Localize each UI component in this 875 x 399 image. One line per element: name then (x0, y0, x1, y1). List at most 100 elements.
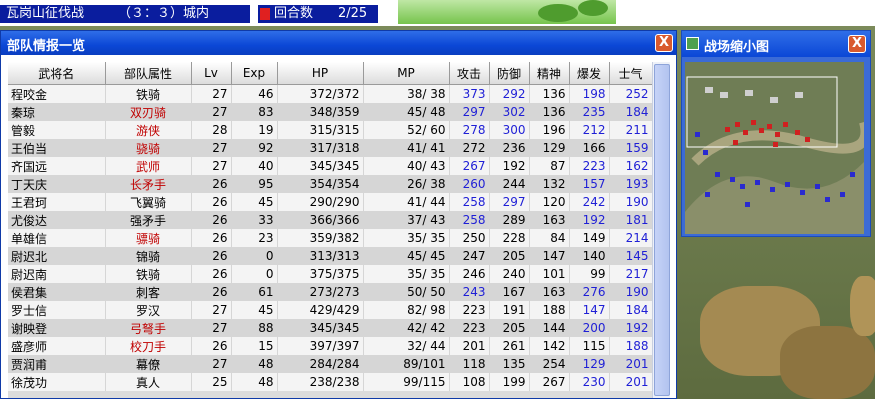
table-row[interactable]: 尉迟北 锦骑 26 0 313/313 45/ 45 247 205 147 140 145 (8, 247, 652, 265)
minimap-close-button[interactable]: X (848, 35, 866, 53)
cell-burst: 157 (569, 175, 610, 193)
cell-attr: 铁骑 (105, 84, 192, 103)
vertical-scrollbar[interactable] (652, 62, 670, 398)
cell-lv: 26 (191, 283, 232, 301)
table-row[interactable]: 尤俊达 强矛手 26 33 366/366 37/ 43 258 289 163 192 181 (8, 211, 652, 229)
cell-atk: 373 (449, 84, 490, 103)
cell-burst: 235 (569, 103, 610, 121)
cell-mp: 35/ 35 (363, 265, 450, 283)
close-button[interactable]: X (655, 34, 673, 52)
cell-def: 292 (489, 84, 530, 103)
battlefield-minimap[interactable] (685, 62, 864, 234)
column-header[interactable]: 武将名 (8, 62, 106, 85)
table-row[interactable]: 侯君集 刺客 26 61 273/273 50/ 50 243 167 163 276 190 (8, 283, 652, 301)
cell-mp: 37/ 43 (363, 211, 450, 229)
cell-hp: 284/284 (277, 355, 364, 373)
top-status-bar: 瓦岗山征伐战 （３：３）城内 回合数 2/25 (0, 0, 875, 26)
cell-hp: 290/290 (277, 193, 364, 211)
column-header[interactable]: Lv (191, 62, 232, 85)
cell-name: 侯君集 (8, 283, 106, 301)
cell-hp: 313/313 (277, 247, 364, 265)
cell-lv: 26 (191, 337, 232, 355)
cell-morale: 193 (609, 175, 652, 193)
cell-def: 236 (489, 139, 530, 157)
cell-atk: 250 (449, 229, 490, 247)
table-row[interactable]: 秦琼 双刃骑 27 83 348/359 45/ 48 297 302 136 235 184 (8, 103, 652, 121)
cell-mp: 35/ 35 (363, 229, 450, 247)
cell-def: 199 (489, 373, 530, 391)
cell-def: 167 (489, 283, 530, 301)
column-header[interactable]: 精神 (529, 62, 570, 85)
cell-name: 罗士信 (8, 301, 106, 319)
column-header[interactable]: 攻击 (449, 62, 490, 85)
cell-attr: 铁骑 (105, 265, 192, 283)
column-header[interactable]: Exp (231, 62, 278, 85)
cell-lv: 27 (191, 355, 232, 373)
table-row[interactable]: 丁天庆 长矛手 26 95 354/354 26/ 38 260 244 132 157 193 (8, 175, 652, 193)
cell-atk: 243 (449, 283, 490, 301)
cell-name: 王伯当 (8, 139, 106, 157)
cell-def: 302 (489, 103, 530, 121)
minimap-graphic (685, 62, 864, 234)
troop-table: 武将名 部队属性 Lv Exp HP MP 攻击 防御 精神 爆发 士气 程咬金 铁骑 27 46 372/… (8, 62, 652, 391)
column-header[interactable]: 部队属性 (105, 62, 192, 85)
cell-lv: 27 (191, 139, 232, 157)
table-row[interactable]: 王君珂 飞翼骑 26 45 290/290 41/ 44 258 297 120 242 190 (8, 193, 652, 211)
table-row[interactable]: 管毅 游侠 28 19 315/315 52/ 60 278 300 196 212 211 (8, 121, 652, 139)
table-row[interactable]: 程咬金 铁骑 27 46 372/372 38/ 38 373 292 136 198 252 (8, 84, 652, 103)
cell-mp: 42/ 42 (363, 319, 450, 337)
cell-name: 盛彦师 (8, 337, 106, 355)
column-header[interactable]: 士气 (609, 62, 652, 85)
cell-exp: 45 (231, 301, 278, 319)
cell-attr: 幕僚 (105, 355, 192, 373)
cell-spi: 101 (529, 265, 570, 283)
table-row[interactable]: 尉迟南 铁骑 26 0 375/375 35/ 35 246 240 101 99 217 (8, 265, 652, 283)
cell-atk: 267 (449, 157, 490, 175)
cell-name: 管毅 (8, 121, 106, 139)
cell-burst: 276 (569, 283, 610, 301)
cell-attr: 真人 (105, 373, 192, 391)
cell-atk: 260 (449, 175, 490, 193)
column-header[interactable]: MP (363, 62, 450, 85)
cell-hp: 348/359 (277, 103, 364, 121)
cell-attr: 长矛手 (105, 175, 192, 193)
cell-hp: 375/375 (277, 265, 364, 283)
cell-mp: 41/ 44 (363, 193, 450, 211)
column-header[interactable]: HP (277, 62, 364, 85)
cell-spi: 188 (529, 301, 570, 319)
table-row[interactable]: 齐国远 武师 27 40 345/345 40/ 43 267 192 87 223 162 (8, 157, 652, 175)
cell-atk: 258 (449, 193, 490, 211)
troop-window-titlebar[interactable]: 部队情报一览 (1, 31, 676, 55)
cell-morale: 211 (609, 121, 652, 139)
cell-hp: 317/318 (277, 139, 364, 157)
table-row[interactable]: 贾润甫 幕僚 27 48 284/284 89/101 118 135 254 129 201 (8, 355, 652, 373)
table-row[interactable]: 单雄信 骠骑 26 23 359/382 35/ 35 250 228 84 149 214 (8, 229, 652, 247)
cell-attr: 游侠 (105, 121, 192, 139)
table-row[interactable]: 谢映登 弓弩手 27 88 345/345 42/ 42 223 205 144 200 192 (8, 319, 652, 337)
minimap-titlebar[interactable]: 战场缩小图 (682, 31, 870, 57)
table-row[interactable]: 罗士信 罗汉 27 45 429/429 82/ 98 223 191 188 147 184 (8, 301, 652, 319)
cell-attr: 骁骑 (105, 139, 192, 157)
cell-name: 秦琼 (8, 103, 106, 121)
cell-lv: 27 (191, 84, 232, 103)
cell-name: 丁天庆 (8, 175, 106, 193)
cell-morale: 201 (609, 355, 652, 373)
terrain-preview (398, 0, 616, 24)
map-icon (686, 37, 699, 50)
cell-exp: 95 (231, 175, 278, 193)
cell-def: 192 (489, 157, 530, 175)
cell-attr: 强矛手 (105, 211, 192, 229)
cell-spi: 254 (529, 355, 570, 373)
cell-hp: 354/354 (277, 175, 364, 193)
column-header[interactable]: 防御 (489, 62, 530, 85)
cell-exp: 33 (231, 211, 278, 229)
scrollbar-thumb[interactable] (654, 64, 670, 396)
cell-spi: 132 (529, 175, 570, 193)
table-row[interactable]: 王伯当 骁骑 27 92 317/318 41/ 41 272 236 129 166 159 (8, 139, 652, 157)
column-header[interactable]: 爆发 (569, 62, 610, 85)
troop-window-title: 部队情报一览 (7, 39, 86, 54)
table-row[interactable]: 盛彦师 校刀手 26 15 397/397 32/ 44 201 261 142 115 188 (8, 337, 652, 355)
cell-name: 程咬金 (8, 84, 106, 103)
cell-spi: 120 (529, 193, 570, 211)
table-row[interactable]: 徐茂功 真人 25 48 238/238 99/115 108 199 267 230 201 (8, 373, 652, 391)
